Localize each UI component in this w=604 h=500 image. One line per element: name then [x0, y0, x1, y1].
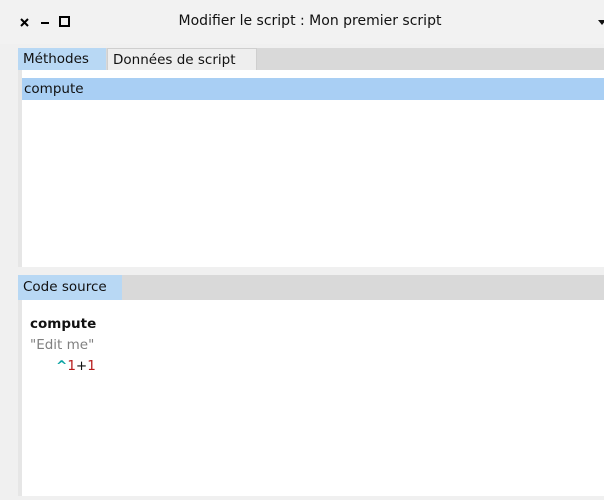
methods-list[interactable]: compute [18, 70, 604, 267]
tab-source-code[interactable]: Code source [18, 275, 122, 300]
menu-arrow-icon[interactable] [598, 20, 604, 25]
close-icon[interactable] [20, 15, 30, 31]
method-comment: "Edit me" [30, 337, 95, 353]
list-item-compute[interactable]: compute [22, 78, 604, 100]
return-caret: ^ [56, 358, 68, 374]
method-body: ^1+1 [56, 358, 96, 374]
source-editor[interactable]: compute "Edit me" ^1+1 [18, 300, 604, 496]
tab-script-data[interactable]: Données de script [107, 48, 257, 70]
tab-methods[interactable]: Méthodes [18, 48, 106, 70]
operand-right: 1 [87, 358, 96, 374]
operator-plus: + [75, 358, 88, 374]
top-tab-bar: Méthodes Données de script [18, 48, 604, 70]
minimize-icon[interactable] [40, 15, 50, 31]
bottom-tab-bar: Code source ⋯ [18, 275, 604, 300]
method-selector: compute [30, 316, 97, 332]
window-title: Modifier le script : Mon premier script [178, 13, 442, 29]
window-titlebar: Modifier le script : Mon premier script [0, 0, 604, 44]
operand-left: 1 [67, 358, 76, 374]
maximize-icon[interactable] [59, 16, 70, 27]
